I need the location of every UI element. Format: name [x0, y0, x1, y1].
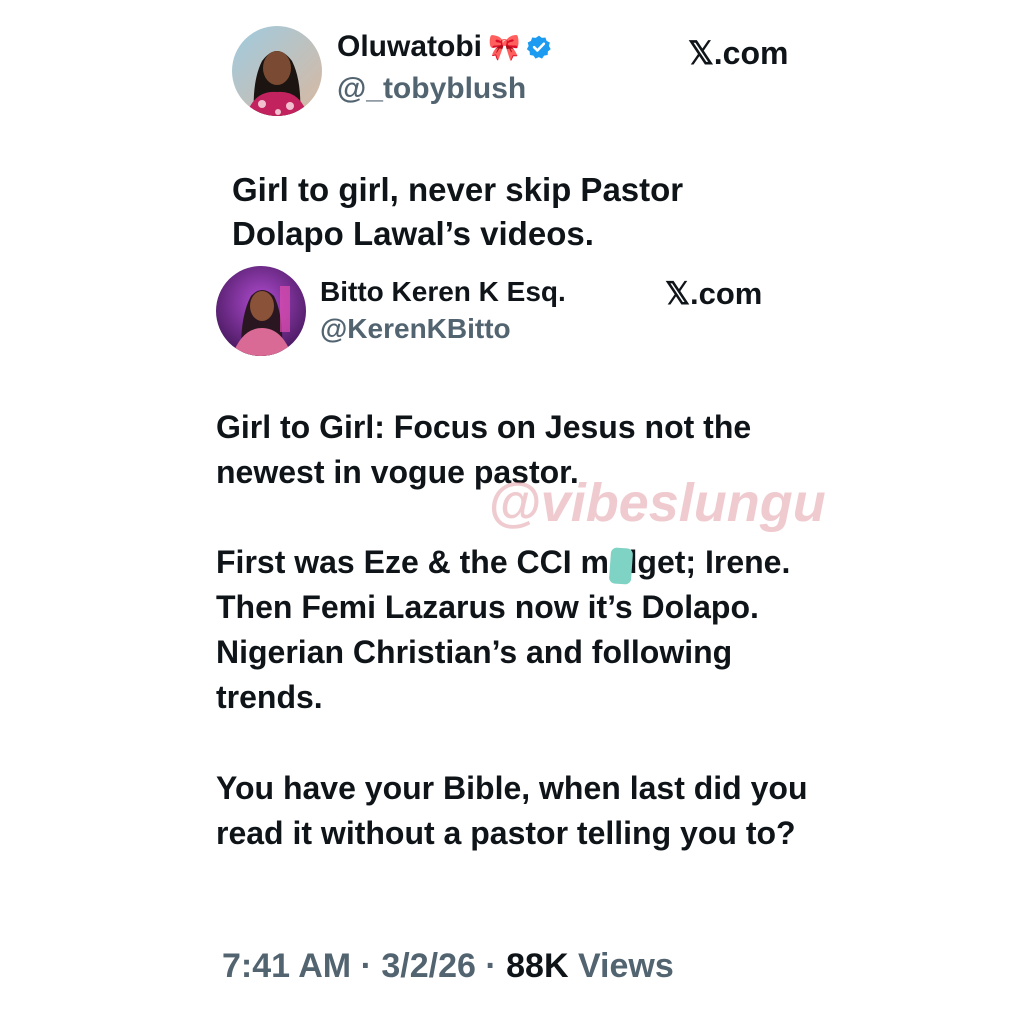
separator: · — [485, 947, 497, 985]
avatar-image — [232, 26, 322, 116]
redaction-mark — [608, 547, 634, 585]
tweet-paragraph-3: You have your Bible, when last did you r… — [216, 770, 808, 851]
display-name-text: Oluwatobi — [337, 30, 482, 63]
avatar-image — [216, 266, 306, 356]
tweet-date[interactable]: 3/2/26 — [381, 947, 476, 985]
watermark: @vibeslungu — [488, 473, 826, 533]
tweet-text: Girl to girl, never skip Pastor Dolapo L… — [232, 171, 684, 252]
verified-badge-icon — [527, 35, 552, 59]
tweet-paragraph-2: First was Eze & the CCI m dget; Irene. T… — [216, 544, 791, 715]
display-name[interactable]: Bitto Keren K Esq. — [320, 276, 566, 308]
ribbon-emoji: 🎀 — [488, 31, 521, 62]
avatar-oluwatobi[interactable] — [232, 26, 322, 116]
display-name[interactable]: Oluwatobi 🎀 — [337, 30, 552, 64]
separator: · — [360, 947, 372, 985]
avatar-bitto-keren[interactable] — [216, 266, 306, 356]
views-count: 88K — [506, 947, 569, 985]
x-com-label: 𝕏.com — [688, 35, 789, 71]
handle[interactable]: @KerenKBitto — [320, 313, 511, 345]
tweet-time[interactable]: 7:41 AM — [222, 947, 351, 985]
tweet-metadata: 7:41 AM · 3/2/26 · 88K Views — [222, 947, 674, 986]
x-com-label: 𝕏.com — [665, 276, 763, 311]
handle[interactable]: @_tobyblush — [337, 72, 526, 106]
views-label: Views — [577, 947, 674, 985]
